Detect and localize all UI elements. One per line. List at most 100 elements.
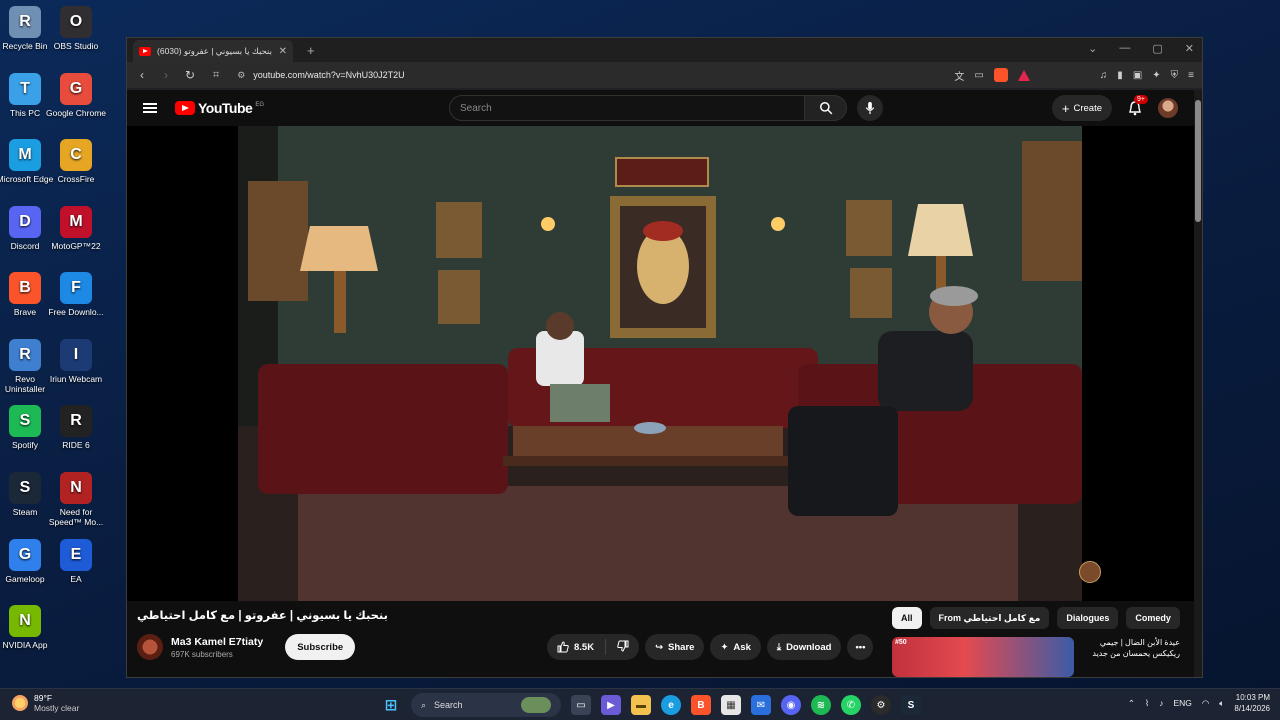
media-icon[interactable]: ♫ [1100,70,1108,81]
channel-avatar[interactable] [137,634,163,660]
video-frame [238,126,1082,601]
brave-shields-icon[interactable] [993,68,1008,82]
chip-from-channel[interactable]: From مع كامل احتياطي [929,607,1050,629]
whatsapp-icon[interactable]: ✆ [841,695,861,715]
recommended-title[interactable]: عيدة الأبن الضال | جيمي ريكيكس يحمسان من… [1080,637,1180,677]
chatgpt-icon[interactable]: ⚙ [871,695,891,715]
clock[interactable]: 10:03 PM 8/14/2026 [1234,692,1270,714]
tab-bar: بنحبك يا بسيوني | عفروتو (6030) ✕ + ⌄ — … [127,38,1202,62]
desktop-icon-label: MotoGP™22 [51,241,101,251]
new-tab-icon[interactable]: + [307,43,315,58]
menu-icon[interactable]: ≡ [1188,70,1194,81]
close-tab-icon[interactable]: ✕ [279,46,287,57]
channel-row: Ma3 Kamel E7tiaty 697K subscribers Subsc… [137,634,356,660]
desktop-icon[interactable]: G Google Chrome [46,73,106,118]
brave-taskbar-icon[interactable]: B [691,695,711,715]
region-code: EG [255,102,264,108]
file-explorer-icon[interactable]: ▬ [631,695,651,715]
desktop-icon[interactable]: I Iriun Webcam [46,339,106,384]
more-actions-button[interactable]: ••• [847,634,874,660]
chip-comedy[interactable]: Comedy [1126,607,1180,629]
tab-search-icon[interactable]: ⌄ [1088,42,1097,55]
browser-tab[interactable]: بنحبك يا بسيوني | عفروتو (6030) ✕ [133,40,293,62]
brave-rewards-icon[interactable] [1017,69,1030,81]
video-player[interactable] [127,126,1196,601]
edge-taskbar-icon[interactable]: e [661,695,681,715]
network-icon[interactable]: ⌇ [1145,698,1149,709]
search-input[interactable] [449,95,805,121]
like-button[interactable]: 8.5K [557,641,594,653]
desktop-icon[interactable]: F Free Downlo... [46,272,106,317]
volume-icon[interactable]: 🔈︎ [1219,698,1224,709]
download-icon: F [60,272,92,304]
notifications-button[interactable]: 9+ [1126,95,1148,117]
account-avatar[interactable] [1158,98,1178,118]
desktop-icon[interactable]: N Need for Speed™ Mo... [46,472,106,527]
page-scrollbar[interactable] [1194,90,1202,677]
cast-icon[interactable]: ▭ [974,70,983,81]
language-indicator[interactable]: ENG [1173,698,1191,708]
youtube-logo[interactable]: YouTube EG [175,100,264,116]
temperature: 89°F [34,693,53,703]
scrollbar-thumb[interactable] [1195,100,1201,222]
ask-button[interactable]: ✦ Ask [710,634,761,660]
translate-icon[interactable]: 文 [954,68,964,83]
site-info-icon[interactable]: ⚙ [237,70,245,81]
taskbar-search[interactable]: ⌕ Search [411,693,561,717]
recommended-thumbnail[interactable]: #50 [892,637,1074,677]
desktop-icon[interactable]: C CrossFire [46,139,106,184]
url-field[interactable]: ⌗ ⚙ youtube.com/watch?v=NvhU30J2T2U [207,65,944,85]
sidebar-icon[interactable]: ▮ [1117,70,1123,81]
create-button[interactable]: + Create [1051,95,1112,121]
search-highlight-icon [521,697,551,713]
voice-search-button[interactable] [857,95,883,121]
discord-taskbar-icon[interactable]: ◉ [781,695,801,715]
forward-icon[interactable]: › [159,68,173,82]
bookmark-icon[interactable]: ⌗ [213,69,219,82]
dislike-button[interactable] [617,640,629,655]
spotify-taskbar-icon[interactable]: ≋ [811,695,831,715]
youtube-page: YouTube EG + Create 9+ [127,90,1202,677]
task-view-icon[interactable]: ▭ [571,695,591,715]
subscribe-button[interactable]: Subscribe [285,634,356,660]
chip-dialogues[interactable]: Dialogues [1057,607,1119,629]
chip-all[interactable]: All [892,607,922,629]
download-button[interactable]: ⤓ Download [766,634,842,660]
back-icon[interactable]: ‹ [135,68,149,82]
address-bar: ‹ › ↻ ⌗ ⚙ youtube.com/watch?v=NvhU30J2T2… [127,62,1202,88]
desktop-icon[interactable]: M MotoGP™22 [46,206,106,251]
vpn-icon[interactable]: ⛨ [1171,70,1179,81]
reload-icon[interactable]: ↻ [183,68,197,82]
hamburger-menu-icon[interactable] [143,103,157,113]
store-icon[interactable]: ▦ [721,695,741,715]
desktop-icon[interactable]: N NVIDIA App [0,605,55,650]
wifi-icon[interactable]: ◠ [1202,698,1209,709]
close-window-icon[interactable]: ✕ [1185,42,1194,55]
leo-icon[interactable]: ✦ [1152,70,1160,81]
minimize-icon[interactable]: — [1119,42,1130,55]
nfs-icon: N [60,472,92,504]
search-button[interactable] [805,95,847,121]
channel-name[interactable]: Ma3 Kamel E7tiaty [171,636,263,648]
chevron-up-icon[interactable]: ⌃ [1128,698,1135,709]
recommended-video[interactable]: #50 عيدة الأبن الضال | جيمي ريكيكس يحمسا… [892,637,1180,677]
download-label: Download [786,641,832,653]
recommendation-chips: All From مع كامل احتياطي Dialogues Comed… [892,607,1202,629]
desktop-icon[interactable]: E EA [46,539,106,584]
wallet-icon[interactable]: ▣ [1133,70,1142,81]
share-button[interactable]: ↪ Share [645,634,705,660]
copilot-icon[interactable]: ▶ [601,695,621,715]
maximize-icon[interactable]: ▢ [1152,42,1162,55]
desktop-icon-label: EA [70,574,82,584]
desktop-icon[interactable]: O OBS Studio [46,6,106,51]
start-icon[interactable]: ⊞ [381,695,401,715]
weather-widget[interactable]: 89°F Mostly clear [12,693,79,713]
search-icon: ⌕ [421,699,427,710]
mic-tray-icon[interactable]: ♪ [1159,698,1163,708]
desktop-icon[interactable]: R RIDE 6 [46,405,106,450]
subscriber-count: 697K subscribers [171,649,233,659]
channel-watermark-icon[interactable] [1079,561,1101,583]
steam-taskbar-icon[interactable]: S [901,695,921,715]
mail-icon[interactable]: ✉ [751,695,771,715]
system-tray: ⌃ ⌇ ♪ ENG ◠ 🔈︎ 10:03 PM 8/14/2026 [1128,692,1270,714]
